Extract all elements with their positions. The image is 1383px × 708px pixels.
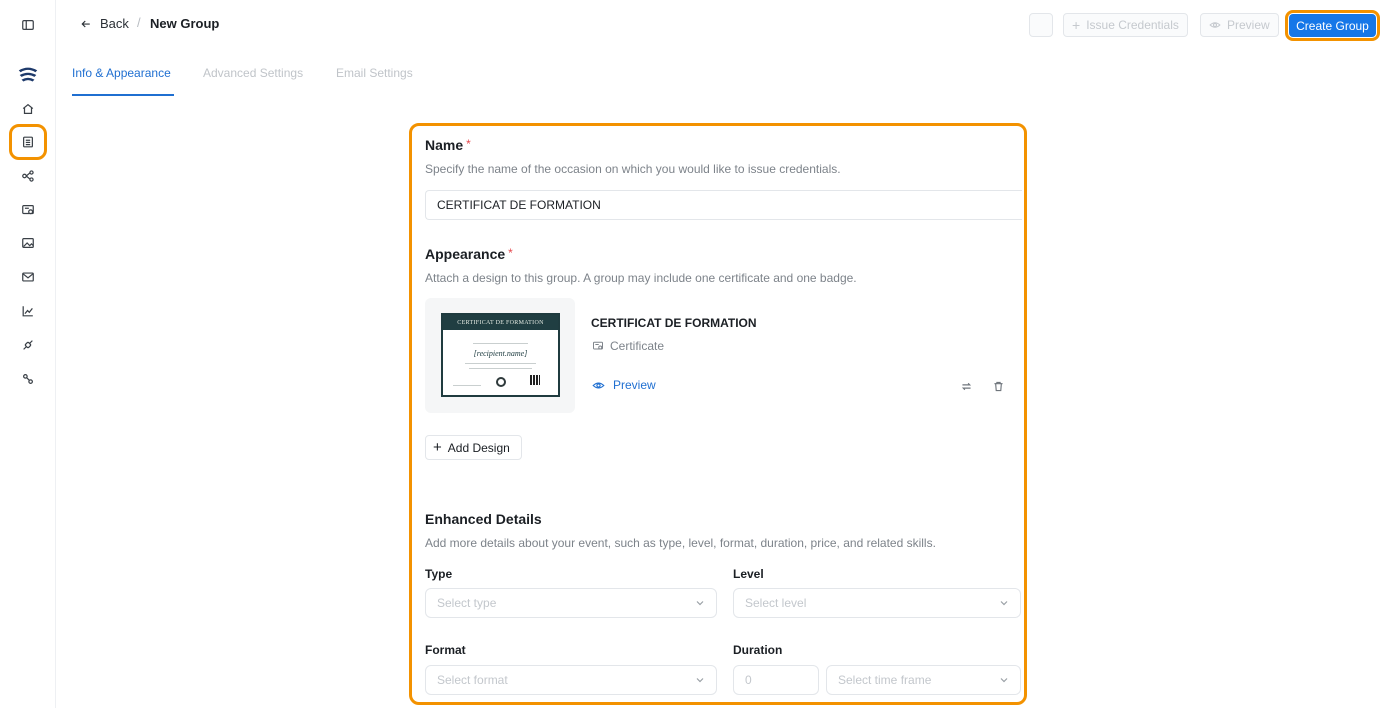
- certificate-recipient-placeholder: [recipient.name]: [473, 349, 528, 358]
- name-input-value: CERTIFICAT DE FORMATION: [437, 198, 601, 212]
- timeframe-placeholder: Select time frame: [838, 673, 932, 687]
- name-label-text: Name: [425, 137, 464, 153]
- breadcrumb-separator: /: [137, 15, 141, 30]
- tab-email-settings[interactable]: Email Settings: [336, 66, 413, 80]
- enhanced-details-help: Add more details about your event, such …: [425, 536, 936, 550]
- required-mark: *: [466, 137, 471, 151]
- designs-icon[interactable]: [17, 199, 39, 221]
- duration-value: 0: [745, 673, 752, 687]
- design-preview-label: Preview: [613, 378, 656, 392]
- create-group-button[interactable]: Create Group: [1289, 14, 1376, 37]
- image-icon[interactable]: [17, 232, 39, 254]
- sidebar: [0, 0, 56, 708]
- settings-icon[interactable]: [17, 368, 39, 390]
- sidebar-toggle-icon[interactable]: [17, 14, 39, 36]
- chevron-down-icon: [1000, 678, 1008, 683]
- arrow-left-icon: [81, 20, 90, 27]
- design-title: CERTIFICAT DE FORMATION: [591, 316, 757, 330]
- enhanced-details-label: Enhanced Details: [425, 511, 542, 527]
- issue-credentials-label: Issue Credentials: [1086, 18, 1179, 32]
- format-label: Format: [425, 643, 466, 657]
- analytics-icon[interactable]: [17, 300, 39, 322]
- integrations-icon[interactable]: [17, 334, 39, 356]
- tab-info-appearance[interactable]: Info & Appearance: [72, 66, 171, 80]
- required-mark: *: [508, 246, 513, 260]
- home-icon[interactable]: [17, 98, 39, 120]
- page-title: New Group: [150, 16, 220, 31]
- divider: [465, 363, 536, 364]
- design-type: Certificate: [592, 339, 664, 353]
- design-preview-link[interactable]: Preview: [592, 378, 656, 392]
- timeframe-select[interactable]: Select time frame: [826, 665, 1021, 695]
- eye-icon: [1209, 22, 1221, 28]
- appearance-help: Attach a design to this group. A group m…: [425, 271, 857, 285]
- certificate-icon: [593, 341, 603, 350]
- replace-design-icon[interactable]: [959, 379, 973, 393]
- mail-icon[interactable]: [17, 266, 39, 288]
- tab-advanced-settings[interactable]: Advanced Settings: [203, 66, 303, 80]
- design-type-label: Certificate: [610, 339, 665, 353]
- level-placeholder: Select level: [745, 596, 807, 610]
- format-select[interactable]: Select format: [425, 665, 717, 695]
- logo-icon: [15, 62, 41, 88]
- seal-icon: [496, 377, 506, 387]
- appearance-label: Appearance *: [425, 246, 513, 262]
- appearance-label-text: Appearance: [425, 246, 506, 262]
- plus-icon: +: [433, 439, 442, 456]
- eye-icon: [592, 381, 605, 389]
- active-tab-indicator: [72, 94, 174, 96]
- qr-code-icon: [530, 375, 540, 385]
- duration-input[interactable]: 0: [733, 665, 819, 695]
- back-label: Back: [100, 16, 129, 31]
- issue-credentials-button[interactable]: + Issue Credentials: [1063, 13, 1188, 37]
- name-label: Name *: [425, 137, 471, 153]
- level-label: Level: [733, 567, 764, 581]
- name-input[interactable]: CERTIFICAT DE FORMATION: [425, 190, 1022, 220]
- plus-icon: +: [1072, 17, 1081, 33]
- add-design-button[interactable]: + Add Design: [425, 435, 522, 460]
- certificate-thumbnail-header: CERTIFICAT DE FORMATION: [443, 315, 558, 330]
- back-button[interactable]: Back: [80, 16, 129, 31]
- delete-design-icon[interactable]: [991, 379, 1005, 393]
- add-design-label: Add Design: [447, 440, 510, 455]
- duration-label: Duration: [733, 643, 783, 657]
- format-placeholder: Select format: [437, 673, 508, 687]
- more-options-button[interactable]: [1029, 13, 1053, 37]
- level-select[interactable]: Select level: [733, 588, 1021, 618]
- preview-button[interactable]: Preview: [1200, 13, 1279, 37]
- type-placeholder: Select type: [437, 596, 497, 610]
- divider: [473, 343, 528, 344]
- divider: [469, 368, 532, 369]
- chevron-down-icon: [696, 601, 704, 606]
- sidebar-highlight: [9, 124, 47, 160]
- workflow-icon[interactable]: [17, 165, 39, 187]
- type-select[interactable]: Select type: [425, 588, 717, 618]
- preview-label: Preview: [1227, 18, 1270, 32]
- type-label: Type: [425, 567, 453, 581]
- certificate-thumbnail: CERTIFICAT DE FORMATION [recipient.name]: [441, 313, 560, 397]
- signature-line: [453, 385, 481, 386]
- chevron-down-icon: [696, 678, 704, 683]
- name-help: Specify the name of the occasion on whic…: [425, 162, 841, 176]
- chevron-down-icon: [1000, 601, 1008, 606]
